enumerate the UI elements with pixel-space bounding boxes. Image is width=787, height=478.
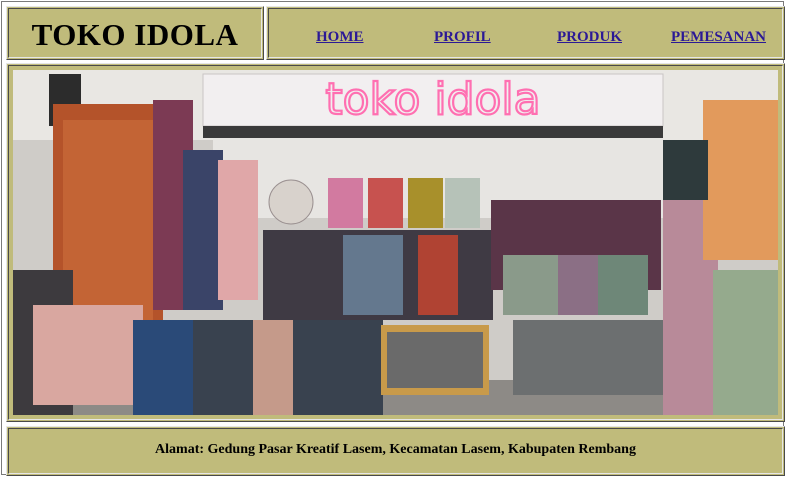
address-footer: Alamat: Gedung Pasar Kreatif Lasem, Keca… [6, 426, 785, 476]
hero-frame: toko idola [6, 63, 785, 422]
nav-link-pemesanan[interactable]: PEMESANAN [671, 29, 766, 46]
nav-link-profil[interactable]: PROFIL [434, 29, 491, 46]
store-photo: toko idola [13, 70, 778, 415]
site-title: TOKO IDOLA [31, 17, 239, 52]
brand-cell: TOKO IDOLA [6, 6, 264, 60]
page-frame: TOKO IDOLA HOME PROFIL PRODUK PEMESANAN … [1, 1, 785, 476]
address-text: Alamat: Gedung Pasar Kreatif Lasem, Keca… [155, 442, 636, 457]
nav-link-produk[interactable]: PRODUK [557, 29, 622, 46]
nav-bar: HOME PROFIL PRODUK PEMESANAN [266, 6, 785, 60]
neon-sign-text: toko idola [325, 74, 540, 125]
nav-link-home[interactable]: HOME [316, 29, 364, 46]
